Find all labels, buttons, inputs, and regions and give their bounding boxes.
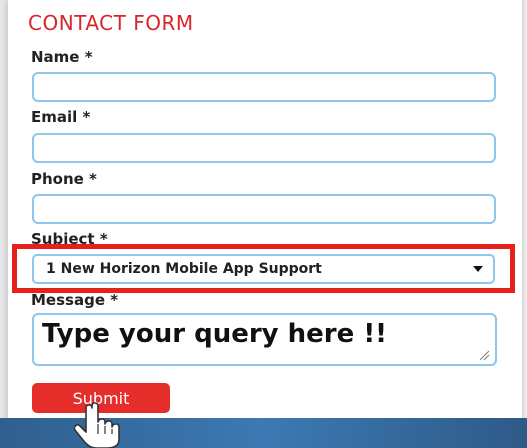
phone-field[interactable]: [32, 194, 496, 224]
subject-select[interactable]: 1 New Horizon Mobile App Support: [32, 254, 495, 284]
message-label: Message *: [31, 291, 119, 309]
resize-grip-icon[interactable]: [478, 349, 490, 361]
phone-label: Phone *: [31, 170, 97, 188]
hand-pointer-icon: [73, 402, 120, 448]
message-textarea[interactable]: [32, 313, 497, 366]
name-label: Name *: [31, 48, 93, 66]
email-field[interactable]: [32, 133, 496, 163]
page-edge-shadow: [522, 0, 527, 448]
chevron-down-icon: [473, 266, 483, 272]
email-label: Email *: [31, 108, 91, 126]
contact-form-panel: [8, 0, 522, 448]
subject-selected-value: 1 New Horizon Mobile App Support: [46, 261, 322, 277]
name-field[interactable]: [32, 72, 496, 102]
form-title: CONTACT FORM: [28, 11, 194, 35]
